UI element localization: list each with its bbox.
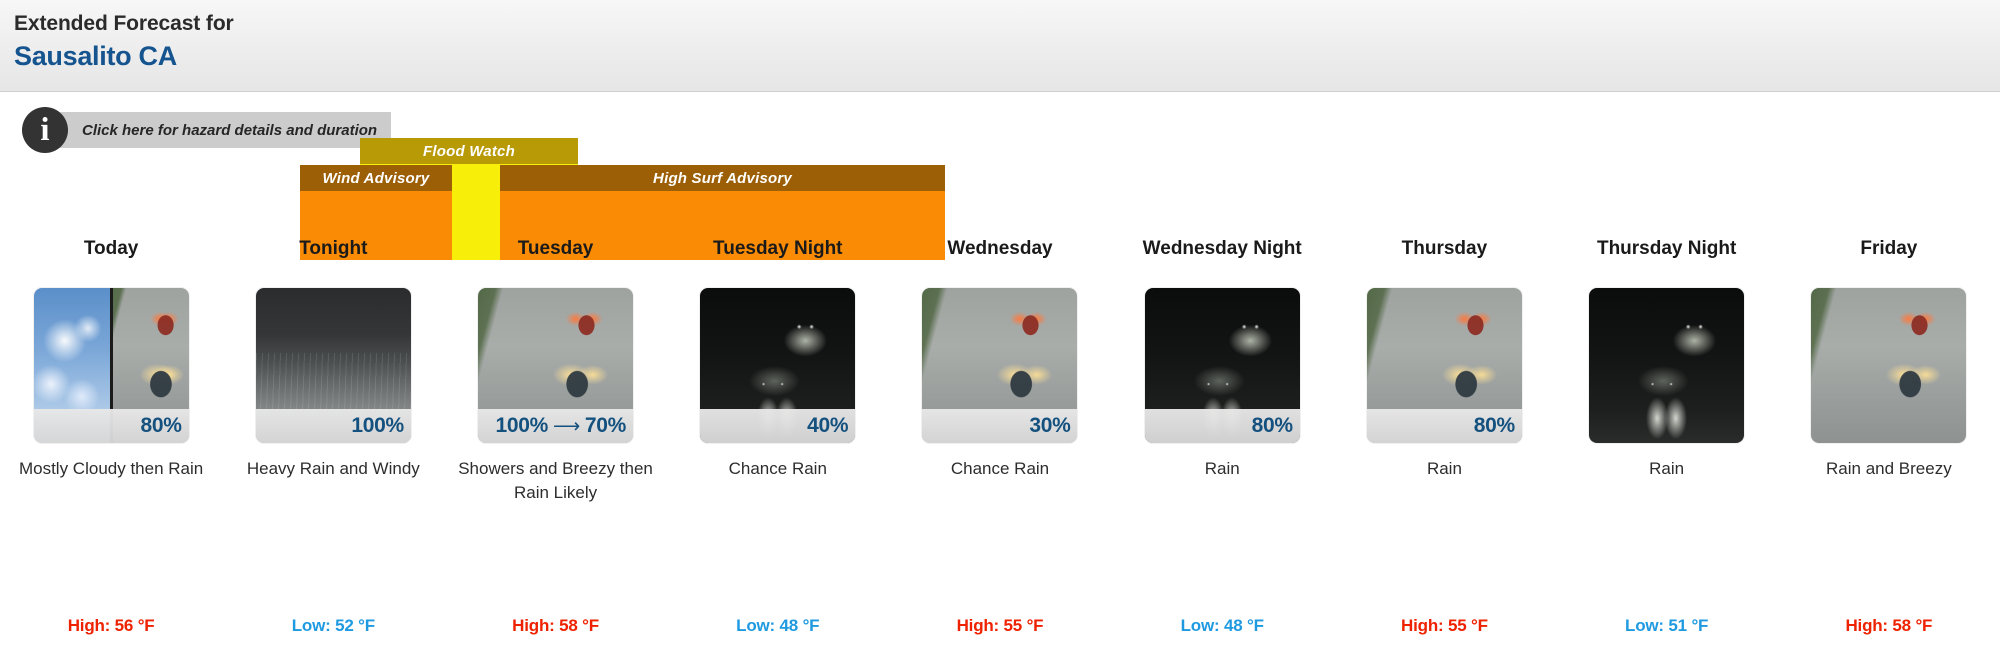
precipitation-probability: 30%: [922, 409, 1078, 443]
forecast-temperature: High: 58 °F: [512, 616, 599, 635]
forecast-column[interactable]: Thursday Night Rain Low: 51 °F: [1556, 232, 1778, 668]
forecast-temperature: High: 55 °F: [956, 616, 1044, 635]
precipitation-probability: 80%: [1366, 409, 1522, 443]
precipitation-probability: 100% ⟶ 70%: [478, 409, 634, 443]
pop-value-end: 70%: [584, 414, 627, 437]
forecast-condition-text: Rain: [1204, 459, 1240, 478]
extended-forecast-page: Extended Forecast for Sausalito CA i Cli…: [0, 0, 2000, 668]
forecast-column[interactable]: Wednesday Night 80% Rain Low: 48 °F: [1111, 232, 1333, 668]
forecast-condition-text: Rain and Breezy: [1826, 459, 1952, 478]
forecast-temperature: High: 56 °F: [67, 616, 155, 635]
hazard-band-title: High Surf Advisory: [500, 165, 945, 191]
weather-art: [1589, 288, 1745, 443]
pop-value: 80%: [140, 414, 182, 437]
forecast-day-name: Wednesday Night: [1142, 238, 1302, 259]
rain-and-breezy-icon[interactable]: [1811, 288, 1967, 443]
forecast-column[interactable]: Tuesday Night 40% Chance Rain Low: 48 °F: [667, 232, 889, 668]
precipitation-probability: 100%: [255, 409, 411, 443]
chance-rain-icon[interactable]: 30%: [922, 288, 1078, 443]
precipitation-probability: 80%: [1144, 409, 1300, 443]
forecast-condition-text: Rain: [1649, 459, 1685, 478]
pop-value: 80%: [1473, 414, 1515, 437]
rain-icon[interactable]: 80%: [1366, 288, 1522, 443]
forecast-temperature: Low: 48 °F: [1180, 616, 1264, 635]
pop-value: 100%: [351, 414, 404, 437]
pop-value: 80%: [1251, 414, 1293, 437]
precipitation-probability: 80%: [33, 409, 189, 443]
forecast-column[interactable]: Friday Rain and Breezy High: 58 °F: [1778, 232, 2000, 668]
forecast-column[interactable]: Tuesday 100% ⟶ 70% Showers and Breezy then R…: [444, 232, 666, 668]
hazard-band-title: Flood Watch: [360, 138, 578, 164]
chance-rain-night-icon[interactable]: 40%: [700, 288, 856, 443]
forecast-condition-text: Chance Rain: [728, 459, 827, 478]
forecast-temperature: Low: 52 °F: [291, 616, 375, 635]
forecast-condition-text: Heavy Rain and Windy: [246, 459, 420, 478]
forecast-temperature: Low: 51 °F: [1625, 616, 1709, 635]
forecast-day-name: Thursday Night: [1596, 238, 1737, 259]
hazard-band-title: Wind Advisory: [300, 165, 452, 191]
forecast-day-name: Today: [83, 238, 139, 259]
forecast-day-name: Tuesday Night: [713, 238, 843, 259]
heavy-rain-windy-icon[interactable]: 100%: [255, 288, 411, 443]
rain-night-icon[interactable]: [1589, 288, 1745, 443]
forecast-condition-text: Mostly Cloudy then Rain: [18, 459, 204, 478]
forecast-day-name: Friday: [1860, 238, 1918, 259]
arrow-right-icon: ⟶: [552, 415, 580, 437]
forecast-condition-text: Showers and Breezy then Rain Likely: [458, 459, 653, 502]
pop-value: 100%: [495, 414, 548, 437]
forecast-condition-text: Chance Rain: [950, 459, 1050, 478]
forecast-temperature: High: 55 °F: [1401, 616, 1488, 635]
forecast-temperature: Low: 48 °F: [736, 616, 820, 635]
forecast-day-name: Thursday: [1401, 238, 1488, 259]
pop-value: 30%: [1029, 414, 1071, 437]
rain-night-icon[interactable]: 80%: [1144, 288, 1300, 443]
info-icon: i: [22, 107, 68, 153]
forecast-column[interactable]: Thursday 80% Rain High: 55 °F: [1333, 232, 1555, 668]
pop-value: 40%: [807, 414, 849, 437]
mostly-cloudy-then-rain-icon[interactable]: 80%: [33, 288, 189, 443]
forecast-day-name: Wednesday: [947, 238, 1053, 259]
forecast-column[interactable]: Today 80% Mostly Cloudy then Rain High: 56 …: [0, 232, 222, 668]
forecast-day-name: Tuesday: [517, 238, 594, 259]
forecast-column[interactable]: Tonight 100% Heavy Rain and Windy Low: 52 °…: [222, 232, 444, 668]
forecast-temperature: High: 58 °F: [1845, 616, 1933, 635]
forecast-column[interactable]: Wednesday 30% Chance Rain High: 55 °F: [889, 232, 1111, 668]
showers-breezy-then-rain-likely-icon[interactable]: 100% ⟶ 70%: [478, 288, 634, 443]
forecast-columns: Today 80% Mostly Cloudy then Rain High: 56 …: [0, 232, 2000, 668]
forecast-condition-text: Rain: [1426, 459, 1462, 478]
forecast-day-name: Tonight: [299, 238, 368, 259]
precipitation-probability: 40%: [700, 409, 856, 443]
weather-art: [1811, 288, 1967, 443]
